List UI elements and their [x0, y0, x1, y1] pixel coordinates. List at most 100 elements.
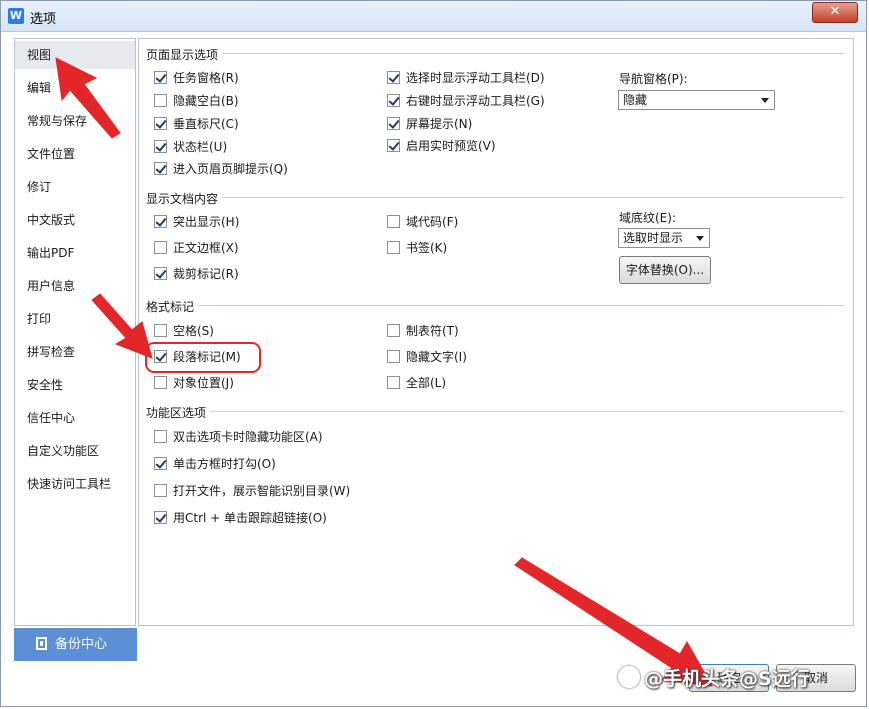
- checkbox-label: 全部(L): [406, 376, 447, 390]
- sidebar-item-quick-access[interactable]: 快速访问工具栏: [15, 470, 135, 498]
- checkbox-box: [154, 457, 167, 470]
- checkbox-label: 正文边框(X): [173, 241, 239, 255]
- checkbox-ctrl-click-link[interactable]: 用Ctrl + 单击跟踪超链接(O): [154, 510, 327, 526]
- backup-icon: [36, 637, 47, 650]
- checkbox-label: 突出显示(H): [173, 215, 240, 229]
- checkbox-vertical-ruler[interactable]: 垂直标尺(C): [154, 116, 239, 132]
- watermark-logo-icon: [618, 666, 640, 688]
- wps-writer-icon: W: [8, 8, 24, 24]
- checkbox-smart-toc[interactable]: 打开文件，展示智能识别目录(W): [154, 483, 350, 499]
- sidebar-item-general-save[interactable]: 常规与保存: [15, 107, 135, 135]
- checkbox-highlight[interactable]: 突出显示(H): [154, 214, 239, 230]
- sidebar-item-chinese-layout[interactable]: 中文版式: [15, 206, 135, 234]
- checkbox-label: 右键时显示浮动工具栏(G): [406, 94, 545, 108]
- section-title-format-marks: 格式标记: [146, 298, 199, 315]
- checkbox-box: [154, 215, 167, 228]
- checkbox-label: 启用实时预览(V): [406, 139, 496, 153]
- section-title-doc-content: 显示文档内容: [146, 190, 223, 207]
- checkbox-field-codes[interactable]: 域代码(F): [387, 214, 458, 230]
- checkbox-status-bar[interactable]: 状态栏(U): [154, 139, 227, 155]
- sidebar-item-print[interactable]: 打印: [15, 305, 135, 333]
- checkbox-spaces[interactable]: 空格(S): [154, 323, 214, 339]
- close-button[interactable]: ✕: [812, 2, 858, 23]
- checkbox-box: [154, 117, 167, 130]
- checkbox-label: 双击选项卡时隐藏功能区(A): [173, 430, 323, 444]
- checkbox-box: [154, 162, 167, 175]
- checkbox-label: 垂直标尺(C): [173, 117, 239, 131]
- checkbox-box: [387, 324, 400, 337]
- checkbox-label: 屏幕提示(N): [406, 117, 473, 131]
- sidebar-item-trust-center[interactable]: 信任中心: [15, 404, 135, 432]
- sidebar-item-revision[interactable]: 修订: [15, 173, 135, 201]
- checkbox-label: 对象位置(J): [173, 376, 234, 390]
- section-divider: [220, 197, 844, 198]
- checkbox-hide-whitespace[interactable]: 隐藏空白(B): [154, 93, 239, 109]
- checkbox-float-toolbar-select[interactable]: 选择时显示浮动工具栏(D): [387, 70, 545, 86]
- nav-pane-select[interactable]: 隐藏: [618, 90, 775, 110]
- sidebar-item-export-pdf[interactable]: 输出PDF: [15, 239, 135, 267]
- checkbox-box: [154, 376, 167, 389]
- field-shading-select[interactable]: 选取时显示: [618, 228, 710, 248]
- options-panel: [138, 38, 854, 626]
- section-title-page-display: 页面显示选项: [146, 46, 223, 63]
- checkbox-box: [154, 94, 167, 107]
- checkbox-hidden-text[interactable]: 隐藏文字(I): [387, 349, 467, 365]
- highlight-paragraph-marks: [145, 342, 261, 373]
- checkbox-box: [154, 140, 167, 153]
- checkbox-label: 用Ctrl + 单击跟踪超链接(O): [173, 511, 327, 525]
- checkbox-float-toolbar-rightclick[interactable]: 右键时显示浮动工具栏(G): [387, 93, 545, 109]
- checkbox-label: 任务窗格(R): [173, 71, 239, 85]
- checkbox-object-anchors[interactable]: 对象位置(J): [154, 375, 234, 391]
- section-title-ribbon: 功能区选项: [146, 404, 211, 421]
- checkbox-label: 单击方框时打勾(O): [173, 457, 276, 471]
- checkbox-box: [154, 430, 167, 443]
- checkbox-all-marks[interactable]: 全部(L): [387, 375, 446, 391]
- checkbox-box: [154, 484, 167, 497]
- title-bar: W 选项 ✕: [1, 1, 866, 32]
- checkbox-label: 打开文件，展示智能识别目录(W): [173, 484, 351, 498]
- checkbox-click-to-check[interactable]: 单击方框时打勾(O): [154, 456, 276, 472]
- backup-center-button[interactable]: 备份中心: [14, 628, 137, 661]
- checkbox-label: 空格(S): [173, 324, 214, 338]
- checkbox-bookmarks[interactable]: 书签(K): [387, 240, 447, 256]
- checkbox-text-boundaries[interactable]: 正文边框(X): [154, 240, 239, 256]
- backup-center-label: 备份中心: [55, 637, 108, 652]
- checkbox-header-footer-hint[interactable]: 进入页眉页脚提示(Q): [154, 161, 288, 177]
- sidebar-item-security[interactable]: 安全性: [15, 371, 135, 399]
- checkbox-box: [387, 376, 400, 389]
- checkbox-dblclick-hide-ribbon[interactable]: 双击选项卡时隐藏功能区(A): [154, 429, 323, 445]
- checkbox-box: [154, 324, 167, 337]
- section-divider: [208, 411, 844, 412]
- checkbox-box: [154, 511, 167, 524]
- checkbox-box: [154, 71, 167, 84]
- checkbox-label: 裁剪标记(R): [173, 267, 239, 281]
- sidebar: 视图 编辑 常规与保存 文件位置 修订 中文版式 输出PDF 用户信息 打印 拼…: [14, 38, 136, 626]
- field-shading-label: 域底纹(E):: [619, 211, 676, 225]
- font-substitution-button[interactable]: 字体替换(O)...: [619, 256, 711, 284]
- checkbox-label: 书签(K): [406, 241, 448, 255]
- checkbox-label: 状态栏(U): [173, 140, 228, 154]
- checkbox-tab-characters[interactable]: 制表符(T): [387, 323, 459, 339]
- nav-pane-value: 隐藏: [623, 93, 648, 107]
- sidebar-item-view[interactable]: 视图: [15, 41, 135, 69]
- watermark: @手机头条@S远行: [618, 664, 810, 691]
- checkbox-box: [154, 241, 167, 254]
- checkbox-live-preview[interactable]: 启用实时预览(V): [387, 138, 496, 154]
- checkbox-box: [387, 215, 400, 228]
- checkbox-task-pane[interactable]: 任务窗格(R): [154, 70, 239, 86]
- sidebar-item-user-info[interactable]: 用户信息: [15, 272, 135, 300]
- checkbox-label: 制表符(T): [406, 324, 459, 338]
- checkbox-label: 隐藏空白(B): [173, 94, 239, 108]
- sidebar-item-file-location[interactable]: 文件位置: [15, 140, 135, 168]
- chevron-down-icon: [761, 98, 769, 103]
- sidebar-item-custom-ribbon[interactable]: 自定义功能区: [15, 437, 135, 465]
- sidebar-item-spell-check[interactable]: 拼写检查: [15, 338, 135, 366]
- checkbox-crop-marks[interactable]: 裁剪标记(R): [154, 266, 239, 282]
- checkbox-box: [387, 117, 400, 130]
- sidebar-item-edit[interactable]: 编辑: [15, 74, 135, 102]
- section-divider: [220, 53, 844, 54]
- nav-pane-label: 导航窗格(P):: [619, 72, 688, 86]
- chevron-down-icon: [696, 236, 704, 241]
- checkbox-label: 隐藏文字(I): [406, 350, 467, 364]
- checkbox-screen-tips[interactable]: 屏幕提示(N): [387, 116, 472, 132]
